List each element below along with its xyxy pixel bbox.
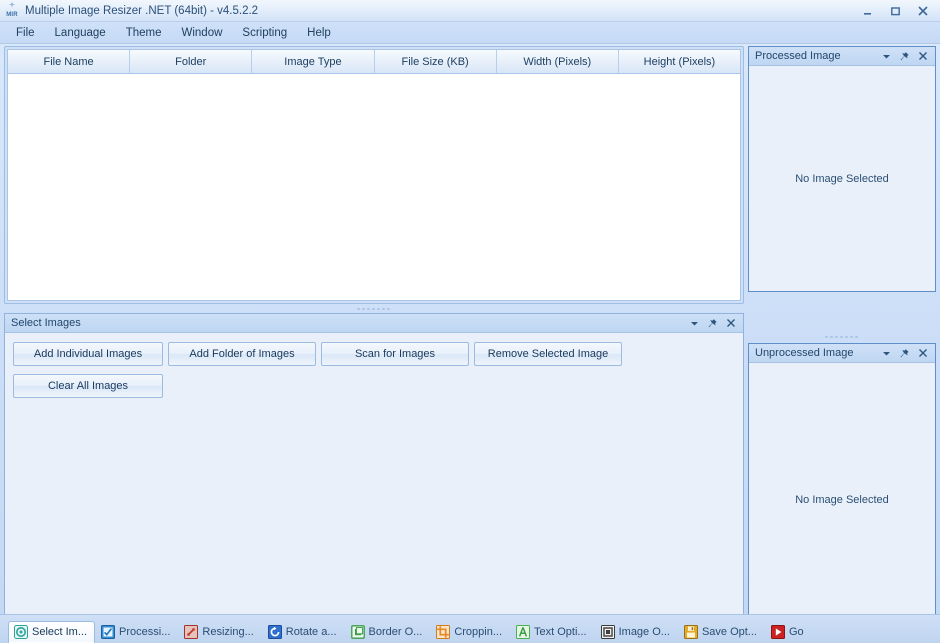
tab-processing-options[interactable]: Processi...	[95, 621, 178, 643]
resizing-icon	[184, 625, 199, 639]
cropping-icon	[436, 625, 451, 639]
tab-go[interactable]: Go	[765, 621, 812, 643]
tab-label: Resizing...	[202, 626, 254, 638]
tab-label: Image O...	[618, 626, 670, 638]
right-vertical-splitter[interactable]	[748, 333, 936, 341]
title-bar: MIR Multiple Image Resizer .NET (64bit) …	[0, 0, 940, 22]
close-icon[interactable]	[910, 2, 936, 20]
text-options-icon	[516, 625, 531, 639]
select-images-body: Add Individual Images Add Folder of Imag…	[5, 333, 743, 637]
close-icon[interactable]	[725, 317, 736, 330]
tab-text-options[interactable]: Text Opti...	[510, 621, 595, 643]
menu-item-language[interactable]: Language	[45, 24, 116, 42]
bottom-tab-strip: Select Im... Processi... Resizing... Rot…	[0, 614, 940, 643]
unprocessed-image-empty-text: No Image Selected	[749, 363, 935, 637]
tab-label: Text Opti...	[534, 626, 587, 638]
unprocessed-image-caption-buttons	[881, 347, 931, 360]
tab-rotate-and-flip[interactable]: Rotate a...	[262, 621, 345, 643]
tab-select-images[interactable]: Select Im...	[8, 621, 96, 643]
tab-border-options[interactable]: Border O...	[345, 621, 431, 643]
processed-image-caption-buttons	[881, 50, 931, 63]
tab-label: Border O...	[368, 626, 423, 638]
add-individual-images-button[interactable]: Add Individual Images	[13, 342, 163, 366]
processing-options-icon	[101, 625, 116, 639]
column-header-file-name[interactable]: File Name	[8, 50, 131, 73]
tab-label: Rotate a...	[285, 626, 337, 638]
tab-label: Select Im...	[32, 626, 88, 638]
pin-icon[interactable]	[899, 50, 910, 63]
chevron-down-icon[interactable]	[881, 50, 892, 63]
tab-save-options[interactable]: Save Opt...	[678, 621, 765, 643]
splitter-grip-dots	[824, 335, 860, 339]
minimize-icon[interactable]	[854, 2, 880, 20]
window-controls	[854, 0, 936, 22]
pin-icon[interactable]	[707, 317, 718, 330]
horizontal-splitter[interactable]	[4, 305, 744, 313]
tab-resizing[interactable]: Resizing...	[178, 621, 261, 643]
select-images-title: Select Images	[11, 317, 81, 329]
unprocessed-image-title: Unprocessed Image	[755, 347, 854, 359]
main-left-region: File Name Folder Image Type File Size (K…	[4, 46, 744, 638]
tab-image-options[interactable]: Image O...	[595, 621, 678, 643]
window-title: Multiple Image Resizer .NET (64bit) - v4…	[25, 4, 259, 17]
splitter-grip-dots	[356, 307, 392, 311]
file-list-header-row: File Name Folder Image Type File Size (K…	[8, 50, 741, 74]
select-images-panel: Select Images Add Individual Images Add …	[4, 313, 744, 638]
column-header-file-size[interactable]: File Size (KB)	[374, 50, 497, 73]
pin-icon[interactable]	[899, 347, 910, 360]
tab-label: Go	[788, 626, 804, 638]
maximize-icon[interactable]	[882, 2, 908, 20]
processed-image-empty-text: No Image Selected	[749, 66, 935, 291]
rotate-icon	[267, 625, 282, 639]
chevron-down-icon[interactable]	[881, 347, 892, 360]
border-options-icon	[350, 625, 365, 639]
unprocessed-image-caption: Unprocessed Image	[749, 344, 935, 363]
go-play-icon	[770, 625, 785, 639]
application-window: MIR Multiple Image Resizer .NET (64bit) …	[0, 0, 940, 643]
mir-logo-icon: MIR	[3, 1, 21, 20]
processed-image-title: Processed Image	[755, 50, 841, 62]
tab-label: Processi...	[119, 626, 171, 638]
chevron-down-icon[interactable]	[689, 317, 700, 330]
menu-item-help[interactable]: Help	[297, 24, 341, 42]
file-list-panel: File Name Folder Image Type File Size (K…	[4, 46, 744, 304]
add-folder-of-images-button[interactable]: Add Folder of Images	[168, 342, 316, 366]
column-header-folder[interactable]: Folder	[130, 50, 253, 73]
processed-image-caption: Processed Image	[749, 47, 935, 66]
tab-label: Save Opt...	[701, 626, 757, 638]
processed-image-panel: Processed Image No Image Selected	[748, 46, 936, 292]
unprocessed-image-panel: Unprocessed Image No Image Selected	[748, 343, 936, 638]
scan-for-images-button[interactable]: Scan for Images	[321, 342, 469, 366]
clear-all-images-button[interactable]: Clear All Images	[13, 374, 163, 398]
remove-selected-image-button[interactable]: Remove Selected Image	[474, 342, 622, 366]
close-icon[interactable]	[917, 50, 928, 63]
column-header-image-type[interactable]: Image Type	[252, 50, 375, 73]
save-options-icon	[683, 625, 698, 639]
select-images-icon	[14, 625, 28, 639]
menu-item-window[interactable]: Window	[172, 24, 233, 42]
select-images-caption: Select Images	[5, 314, 743, 333]
menu-item-scripting[interactable]: Scripting	[232, 24, 297, 42]
close-icon[interactable]	[917, 347, 928, 360]
tab-label: Croppin...	[454, 626, 503, 638]
column-header-height[interactable]: Height (Pixels)	[618, 50, 741, 73]
menu-item-file[interactable]: File	[6, 24, 45, 42]
tab-cropping[interactable]: Croppin...	[430, 621, 510, 643]
menu-item-theme[interactable]: Theme	[116, 24, 172, 42]
image-options-icon	[600, 625, 615, 639]
column-header-width[interactable]: Width (Pixels)	[496, 50, 619, 73]
file-list-body[interactable]	[8, 74, 740, 300]
select-images-caption-buttons	[689, 317, 739, 330]
menu-bar: File Language Theme Window Scripting Hel…	[0, 22, 940, 44]
file-list-grid[interactable]: File Name Folder Image Type File Size (K…	[7, 49, 741, 301]
